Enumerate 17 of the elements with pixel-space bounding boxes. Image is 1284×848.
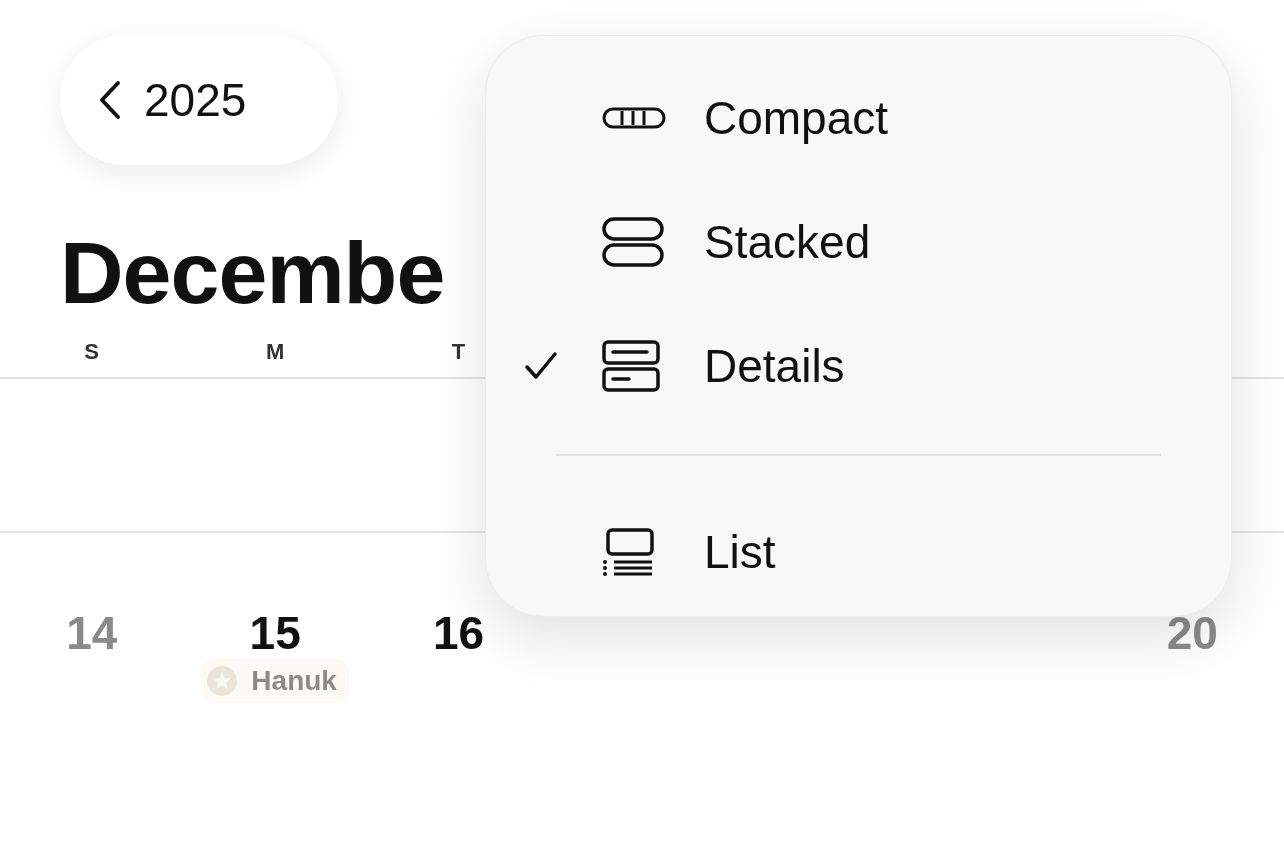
month-title: Decembe	[60, 223, 445, 323]
details-layout-icon	[602, 340, 660, 392]
menu-item[interactable]: Compact	[486, 56, 1231, 180]
menu-item[interactable]: List	[486, 490, 1231, 614]
menu-item[interactable]: Stacked	[486, 180, 1231, 304]
weekday-label: S	[84, 339, 100, 365]
weekday-label: M	[265, 339, 285, 365]
date-number[interactable]: 16	[432, 606, 485, 660]
chevron-left-icon	[98, 80, 122, 120]
stacked-layout-icon	[602, 217, 664, 267]
weekday-label: T	[451, 339, 466, 365]
checkmark-icon	[524, 351, 558, 381]
list-layout-icon	[602, 528, 654, 576]
compact-layout-icon	[602, 106, 666, 130]
menu-item[interactable]: Details	[486, 304, 1231, 428]
back-button[interactable]: 2025	[60, 35, 338, 165]
date-number[interactable]: 15	[249, 606, 301, 660]
